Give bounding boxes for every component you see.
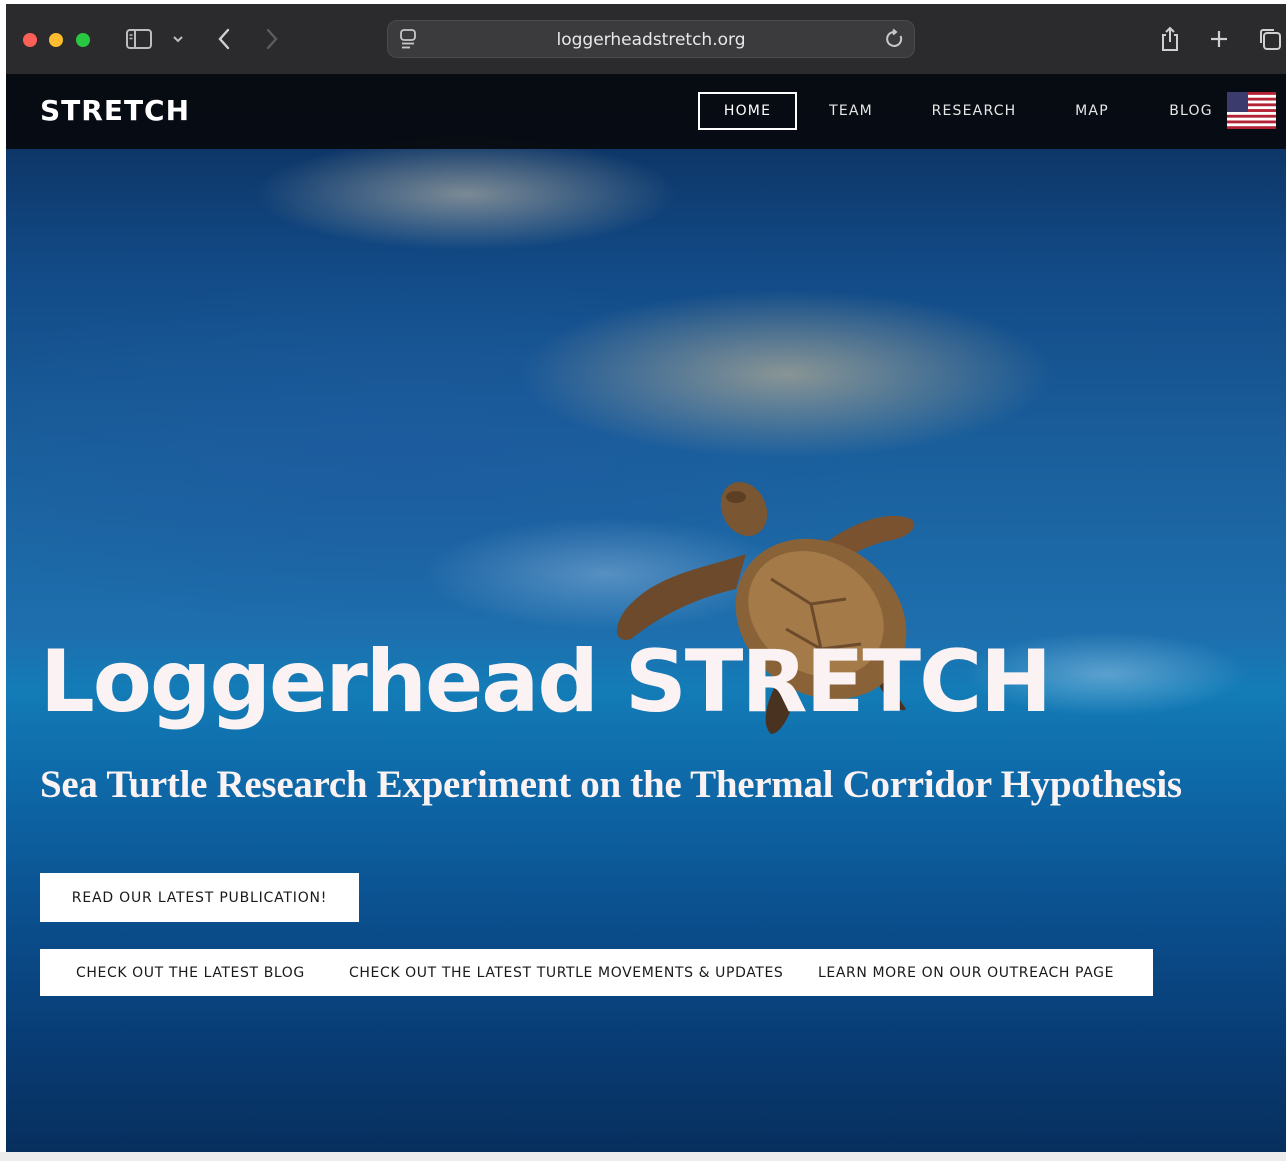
hero-title: Loggerhead STRETCH [40,632,1052,732]
close-window-button[interactable] [23,33,37,47]
nav-research[interactable]: RESEARCH [920,92,1028,130]
forward-icon[interactable] [259,24,285,54]
reload-icon[interactable] [884,28,906,55]
minimize-window-button[interactable] [49,33,63,47]
latest-blog-button[interactable]: CHECK OUT THE LATEST BLOG [76,949,305,996]
nav-home[interactable]: HOME [698,92,797,130]
url-text: loggerheadstretch.org [556,30,746,50]
browser-window: loggerheadstretch.org STRETCH HOME TEAM … [6,4,1286,1152]
hero-links-bar: CHECK OUT THE LATEST BLOG CHECK OUT THE … [40,949,1153,996]
share-icon[interactable] [1156,24,1184,54]
tabs-icon[interactable] [1256,24,1284,54]
turtle-movements-button[interactable]: CHECK OUT THE LATEST TURTLE MOVEMENTS & … [349,949,783,996]
address-bar[interactable]: loggerheadstretch.org [387,20,915,58]
nav-map[interactable]: MAP [1062,92,1122,130]
zoom-window-button[interactable] [76,33,90,47]
nav-blog[interactable]: BLOG [1160,92,1222,130]
browser-toolbar: loggerheadstretch.org [6,4,1286,75]
hero-subtitle: Sea Turtle Research Experiment on the Th… [40,763,1182,806]
back-icon[interactable] [211,24,237,54]
sidebar-icon[interactable] [124,24,154,54]
site-navbar: STRETCH HOME TEAM RESEARCH MAP BLOG [6,74,1286,149]
new-tab-icon[interactable] [1206,24,1232,54]
page-bottom-edge [0,1152,1286,1161]
chevron-down-icon[interactable] [169,24,187,54]
latest-publication-button[interactable]: READ OUR LATEST PUBLICATION! [40,873,359,922]
outreach-page-button[interactable]: LEARN MORE ON OUR OUTREACH PAGE [818,949,1114,996]
site-logo[interactable]: STRETCH [40,94,190,127]
nav-team[interactable]: TEAM [816,92,886,130]
us-flag-icon[interactable] [1227,92,1276,129]
